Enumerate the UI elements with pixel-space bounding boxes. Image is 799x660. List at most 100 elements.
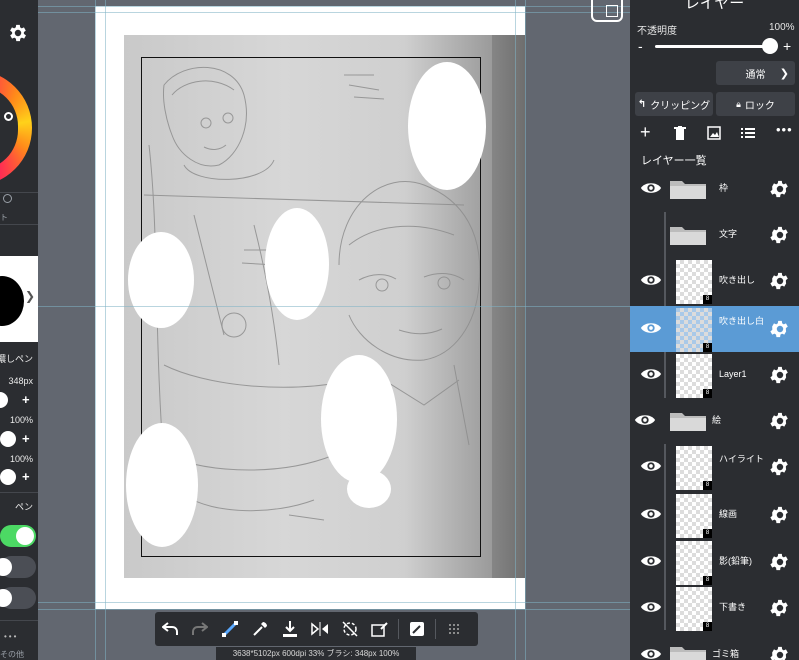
layer-settings-gear-icon[interactable]	[769, 456, 791, 478]
layer-settings-gear-icon[interactable]	[769, 270, 791, 292]
flip-icon[interactable]	[305, 612, 335, 646]
opacity-slider-knob[interactable]	[762, 38, 778, 54]
brush-name: 濃しペン	[0, 354, 33, 364]
layer-name: ハイライト	[719, 454, 764, 464]
layer-settings-gear-icon[interactable]	[769, 318, 791, 340]
navigator-toggle-icon[interactable]	[591, 0, 623, 22]
eye-icon[interactable]	[640, 366, 662, 382]
brush-size-slider-knob[interactable]	[0, 392, 8, 408]
color-wheel[interactable]	[0, 70, 32, 186]
pen-pressure-toggle[interactable]	[0, 525, 36, 547]
layer-settings-gear-icon[interactable]	[769, 178, 791, 200]
pen-option-toggle-2[interactable]	[0, 587, 36, 609]
eraser-icon[interactable]	[365, 612, 395, 646]
brush-density-plus-button[interactable]: +	[22, 469, 30, 484]
more-options-icon[interactable]: •••	[776, 122, 793, 137]
folder-icon	[670, 181, 706, 199]
layer-row[interactable]: 枠	[630, 166, 799, 212]
layer-settings-gear-icon[interactable]	[769, 224, 791, 246]
speech-balloon[interactable]	[408, 62, 486, 190]
layer-row[interactable]: 8 吹き出し	[630, 258, 799, 304]
transform-icon[interactable]	[215, 612, 245, 646]
brush-size-value: 348px	[8, 376, 33, 386]
download-icon[interactable]	[275, 612, 305, 646]
speech-balloon-tail[interactable]	[347, 470, 391, 508]
layer-row[interactable]: 8 下書き	[630, 585, 799, 631]
more-icon[interactable]: •••	[4, 632, 18, 641]
blend-mode-value: 通常	[745, 69, 766, 81]
speech-balloon[interactable]	[265, 208, 329, 320]
speech-balloon[interactable]	[126, 423, 198, 547]
list-icon[interactable]	[741, 126, 755, 144]
faint-label: ト	[0, 213, 8, 222]
layer-row[interactable]: 文字	[630, 212, 799, 258]
layer-name: 影(鉛筆)	[719, 556, 752, 566]
layer-settings-gear-icon[interactable]	[769, 410, 791, 432]
layer-row[interactable]: 8 影(鉛筆)	[630, 539, 799, 585]
brush-density-value: 100%	[9, 454, 33, 464]
layer-settings-gear-icon[interactable]	[769, 551, 791, 573]
clipping-label: クリッピング	[650, 100, 711, 112]
speech-balloon[interactable]	[321, 355, 397, 483]
brush-density-slider-knob[interactable]	[0, 469, 16, 485]
layer-row[interactable]: 8 Layer1	[630, 352, 799, 398]
layer-thumbnail: 8	[676, 541, 712, 585]
eye-icon[interactable]	[640, 180, 662, 196]
eyedropper-icon[interactable]	[245, 612, 275, 646]
opacity-slider-track[interactable]	[655, 45, 770, 48]
layer-thumbnail: 8	[676, 260, 712, 304]
opacity-minus-button[interactable]: -	[638, 38, 643, 54]
brush-preview-shape	[0, 276, 24, 326]
layer-settings-gear-icon[interactable]	[769, 597, 791, 619]
pen-label: ペン	[14, 502, 33, 512]
clipping-button[interactable]: ↰ クリッピング	[635, 92, 713, 116]
layer-row[interactable]: 8 ハイライト	[630, 444, 799, 490]
eye-icon[interactable]	[640, 553, 662, 569]
layer-row[interactable]: 8 線画	[630, 492, 799, 538]
layer-row[interactable]: 絵	[630, 398, 799, 444]
layer-thumbnail: 8	[676, 308, 712, 352]
layer-row[interactable]: ゴミ箱	[630, 632, 799, 660]
rotate-icon[interactable]	[335, 612, 365, 646]
eye-icon[interactable]	[640, 506, 662, 522]
brush-opacity-slider-knob[interactable]	[0, 431, 16, 447]
lock-button[interactable]: 🔒︎ ロック	[716, 92, 795, 116]
settings-gear-icon[interactable]	[7, 22, 29, 44]
brush-opacity-plus-button[interactable]: +	[22, 431, 30, 446]
speech-balloon[interactable]	[128, 232, 194, 328]
layer-actions: + •••	[630, 122, 799, 146]
brush-preview[interactable]: ❯	[0, 256, 38, 342]
eye-icon[interactable]	[634, 412, 656, 428]
eye-icon[interactable]	[640, 272, 662, 288]
layer-settings-gear-icon[interactable]	[769, 504, 791, 526]
color-wheel-cursor[interactable]	[4, 112, 13, 121]
blend-mode-select[interactable]: 通常 ❯	[716, 61, 795, 85]
layer-row-selected[interactable]: 8 吹き出し白	[630, 306, 799, 352]
redo-icon[interactable]	[185, 612, 215, 646]
layer-settings-gear-icon[interactable]	[769, 364, 791, 386]
lock-label: ロック	[744, 100, 775, 112]
trash-icon[interactable]	[674, 126, 686, 145]
color-mode-icon[interactable]	[3, 194, 12, 203]
brush-size-plus-button[interactable]: +	[22, 392, 30, 407]
eye-icon[interactable]	[640, 646, 662, 660]
pen-option-toggle-1[interactable]	[0, 556, 36, 578]
layer-thumbnail: 8	[676, 494, 712, 538]
image-layer-icon[interactable]	[707, 126, 721, 145]
layer-name: 文字	[719, 229, 738, 239]
eye-icon[interactable]	[640, 458, 662, 474]
other-label: その他	[0, 650, 24, 659]
eye-icon[interactable]	[640, 320, 662, 336]
layer-name: 絵	[712, 415, 722, 425]
chevron-right-icon: ❯	[24, 289, 35, 303]
layer-thumbnail: 8	[676, 587, 712, 631]
edit-icon[interactable]	[402, 612, 432, 646]
eye-icon[interactable]	[640, 599, 662, 615]
opacity-plus-button[interactable]: +	[783, 38, 791, 54]
canvas-area[interactable]	[38, 0, 630, 660]
clipping-icon: ↰	[637, 98, 647, 110]
grid-menu-icon[interactable]	[439, 612, 469, 646]
add-layer-icon[interactable]: +	[640, 122, 651, 143]
layer-settings-gear-icon[interactable]	[769, 644, 791, 660]
undo-icon[interactable]	[155, 612, 185, 646]
